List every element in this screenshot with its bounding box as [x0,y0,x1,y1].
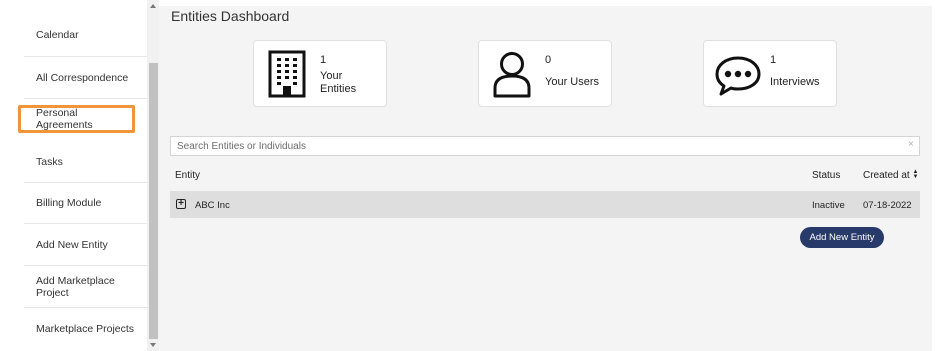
created-at-label: Created at [863,170,910,181]
users-card[interactable]: 0 Your Users [478,40,612,107]
user-icon [492,50,532,103]
column-header-entity: Entity [175,170,201,181]
building-icon [268,50,306,103]
entities-count: 1 [320,54,327,66]
page-title: Entities Dashboard [171,8,290,24]
entity-name-cell: ABC Inc [195,200,230,211]
sidebar-item-add-marketplace-project[interactable]: Add Marketplace Project [24,266,147,308]
sidebar-item-label: Add New Entity [36,238,108,251]
sidebar-item-label: Personal Agreements [36,107,93,131]
column-header-status: Status [812,170,841,181]
sidebar-item-marketplace-projects[interactable]: Marketplace Projects [24,308,147,349]
sidebar-item-label: Calendar [36,29,79,41]
interviews-card[interactable]: 1 Interviews [703,40,837,107]
sidebar-item-all-correspondence[interactable]: All Correspondence [24,57,147,99]
search-input[interactable] [170,136,920,156]
entities-label-line2: Entities [320,83,357,95]
sidebar-item-label: Marketplace Projects [36,322,135,335]
sidebar-item-add-new-entity[interactable]: Add New Entity [24,224,147,266]
sidebar-item-tasks[interactable]: Tasks [24,141,147,183]
scroll-down-arrow-icon[interactable] [150,343,156,347]
sidebar-item-label: Add Marketplace Project [36,274,115,299]
add-new-entity-button[interactable]: Add New Entity [800,227,884,248]
sidebar: Calendar All Correspondence Personal Agr… [0,0,147,351]
sidebar-item-personal-agreements[interactable]: Personal Agreements [18,105,135,133]
interviews-label: Interviews [770,76,820,88]
sidebar-item-label: Tasks [36,155,63,168]
sidebar-item-label: Billing Module [36,197,102,209]
users-label: Your Users [545,76,600,88]
sidebar-item-calendar[interactable]: Calendar [24,14,147,57]
top-edge [159,0,935,6]
chat-bubble-icon [714,55,762,102]
column-header-created-at[interactable]: Created at ▲ ▼ [863,169,918,181]
clear-search-icon[interactable]: × [908,139,914,150]
scrollbar-thumb[interactable] [149,63,158,339]
users-count: 0 [545,54,552,66]
created-at-cell: 07-18-2022 [863,200,912,211]
table-row[interactable]: + ABC Inc Inactive 07-18-2022 [170,191,920,218]
sort-icon[interactable]: ▲ ▼ [912,169,918,180]
status-cell: Inactive [812,200,845,211]
interviews-count: 1 [770,54,777,66]
entities-label-line1: Your [320,70,343,82]
expand-row-icon[interactable]: + [176,199,186,209]
sidebar-scrollbar[interactable] [147,0,159,351]
sidebar-item-billing-module[interactable]: Billing Module [24,183,147,224]
entities-card[interactable]: 1 Your Entities [253,40,387,107]
main-content: Entities Dashboard 1 Your Entities 0 You… [159,0,932,351]
scroll-up-arrow-icon[interactable] [150,4,156,8]
sidebar-item-label: All Correspondence [36,71,129,84]
